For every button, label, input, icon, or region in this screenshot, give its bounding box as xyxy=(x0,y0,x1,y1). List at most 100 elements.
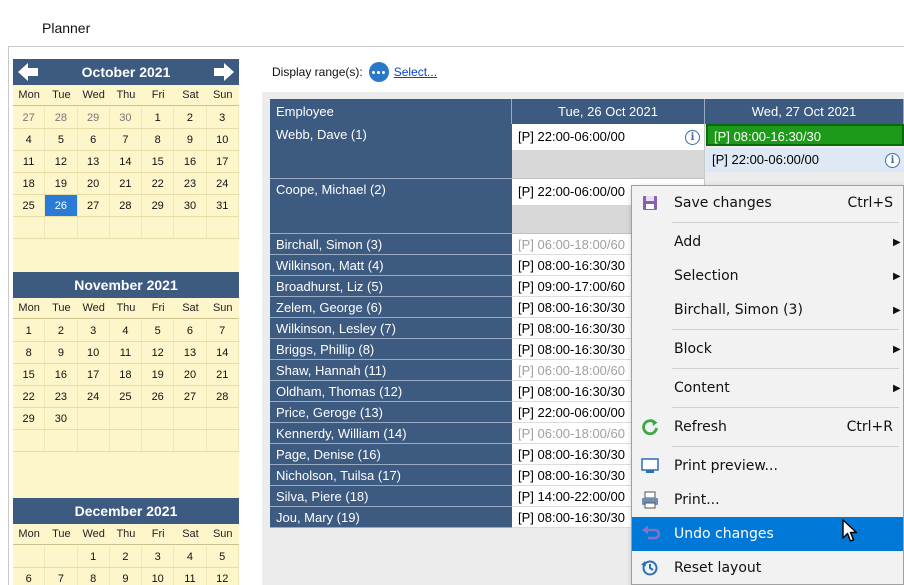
day1-column-header[interactable]: Tue, 26 Oct 2021 xyxy=(512,99,705,124)
employee-row-header[interactable]: Birchall, Simon (3) xyxy=(270,234,512,255)
employee-row-header[interactable]: Broadhurst, Liz (5) xyxy=(270,276,512,297)
menu-item-print[interactable]: Print... xyxy=(632,483,903,517)
employee-row-header[interactable]: Wilkinson, Matt (4) xyxy=(270,255,512,276)
calendar-day[interactable]: 28 xyxy=(45,107,78,128)
menu-item-reset[interactable]: Reset layout xyxy=(632,551,903,585)
calendar-day[interactable]: 10 xyxy=(78,342,110,363)
calendar-day[interactable]: 27 xyxy=(174,386,207,407)
calendar-day[interactable]: 1 xyxy=(13,320,46,341)
day2-cell-webb[interactable]: [P] 08:00-16:30/30 [P] 22:00-06:00/00 i xyxy=(706,124,904,179)
calendar-day[interactable]: 25 xyxy=(110,386,143,407)
calendar-day[interactable]: 8 xyxy=(13,342,46,363)
calendar-day[interactable]: 22 xyxy=(13,386,46,407)
shift-cell[interactable]: [P] 22:00-06:00/00 i xyxy=(512,124,705,179)
calendar-day[interactable]: 12 xyxy=(45,151,78,172)
calendar-day[interactable]: 20 xyxy=(78,173,110,194)
menu-item-content[interactable]: Content ▶ xyxy=(632,371,903,405)
next-month-arrow-icon[interactable] xyxy=(213,62,235,82)
menu-item-block[interactable]: Block ▶ xyxy=(632,332,903,366)
employee-row-header[interactable]: Kennerdy, William (14) xyxy=(270,423,512,444)
employee-row-header[interactable]: Zelem, George (6) xyxy=(270,297,512,318)
calendar-day[interactable]: 5 xyxy=(207,546,239,567)
calendar-day[interactable]: 9 xyxy=(110,568,143,585)
info-icon[interactable]: i xyxy=(885,152,900,168)
calendar-day[interactable]: 6 xyxy=(174,320,207,341)
calendar-day[interactable]: 14 xyxy=(110,151,143,172)
calendar-day[interactable]: 19 xyxy=(142,364,175,385)
calendar-day[interactable]: 7 xyxy=(110,129,143,150)
calendar-day[interactable]: 11 xyxy=(110,342,143,363)
calendar-day[interactable]: 13 xyxy=(174,342,207,363)
calendar-day[interactable]: 18 xyxy=(13,173,46,194)
menu-item-preview[interactable]: Print preview... xyxy=(632,449,903,483)
day2-column-header[interactable]: Wed, 27 Oct 2021 xyxy=(705,99,904,124)
calendar-day[interactable]: 20 xyxy=(174,364,207,385)
calendar-day[interactable]: 28 xyxy=(110,195,143,216)
menu-item-undo[interactable]: Undo changes xyxy=(632,517,903,551)
calendar-day[interactable]: 21 xyxy=(207,364,239,385)
calendar-day[interactable]: 28 xyxy=(207,386,239,407)
calendar-day[interactable]: 4 xyxy=(174,546,207,567)
shift-block-green[interactable]: [P] 08:00-16:30/30 xyxy=(706,124,904,146)
calendar-day[interactable]: 6 xyxy=(78,129,110,150)
menu-item-selection[interactable]: Selection ▶ xyxy=(632,259,903,293)
calendar-day[interactable]: 22 xyxy=(142,173,175,194)
calendar-day[interactable]: 24 xyxy=(78,386,110,407)
employee-row-header[interactable]: Nicholson, Tuilsa (17) xyxy=(270,465,512,486)
calendar-day[interactable]: 8 xyxy=(78,568,110,585)
calendar-day[interactable]: 19 xyxy=(45,173,78,194)
calendar-day[interactable]: 30 xyxy=(174,195,207,216)
info-icon[interactable]: i xyxy=(685,129,700,145)
employee-row-header[interactable]: Price, Geroge (13) xyxy=(270,402,512,423)
calendar-day[interactable]: 5 xyxy=(142,320,175,341)
calendar-day[interactable]: 17 xyxy=(78,364,110,385)
calendar-day[interactable]: 10 xyxy=(207,129,239,150)
prev-month-arrow-icon[interactable] xyxy=(17,62,39,82)
select-range-link[interactable]: Select... xyxy=(394,65,437,79)
calendar-day[interactable]: 12 xyxy=(142,342,175,363)
calendar-day[interactable]: 17 xyxy=(207,151,239,172)
calendar-day[interactable]: 9 xyxy=(45,342,78,363)
calendar-day[interactable]: 21 xyxy=(110,173,143,194)
calendar-day[interactable]: 10 xyxy=(142,568,175,585)
employee-row-header[interactable]: Jou, Mary (19) xyxy=(270,507,512,528)
calendar-day[interactable]: 4 xyxy=(13,129,46,150)
calendar-day[interactable]: 11 xyxy=(174,568,207,585)
calendar-day[interactable]: 29 xyxy=(78,107,110,128)
calendar-day[interactable]: 25 xyxy=(13,195,46,216)
calendar-day[interactable]: 12 xyxy=(207,568,239,585)
calendar-day[interactable]: 31 xyxy=(207,195,239,216)
employee-row-header[interactable]: Briggs, Phillip (8) xyxy=(270,339,512,360)
more-options-icon[interactable] xyxy=(368,62,389,82)
calendar-day[interactable]: 23 xyxy=(174,173,207,194)
calendar-day[interactable]: 3 xyxy=(78,320,110,341)
menu-item-refresh[interactable]: Refresh Ctrl+R xyxy=(632,410,903,444)
employee-row-header[interactable]: Coope, Michael (2) xyxy=(270,179,512,234)
calendar-day[interactable]: 15 xyxy=(13,364,46,385)
menu-item-save[interactable]: Save changes Ctrl+S xyxy=(632,186,903,220)
calendar-day[interactable]: 30 xyxy=(110,107,143,128)
calendar-day[interactable]: 1 xyxy=(142,107,175,128)
shift-block[interactable]: [P] 22:00-06:00/00 i xyxy=(706,148,904,172)
calendar-day[interactable]: 6 xyxy=(13,568,46,585)
calendar-day[interactable]: 1 xyxy=(78,546,110,567)
calendar-day[interactable]: 23 xyxy=(45,386,78,407)
employee-row-header[interactable]: Oldham, Thomas (12) xyxy=(270,381,512,402)
employee-row-header[interactable]: Page, Denise (16) xyxy=(270,444,512,465)
employee-row-header[interactable]: Wilkinson, Lesley (7) xyxy=(270,318,512,339)
calendar-day[interactable]: 11 xyxy=(13,151,46,172)
employee-row-header[interactable]: Silva, Piere (18) xyxy=(270,486,512,507)
calendar-day[interactable]: 26 xyxy=(45,195,78,216)
calendar-day[interactable]: 4 xyxy=(110,320,143,341)
calendar-day[interactable]: 13 xyxy=(78,151,110,172)
calendar-day[interactable]: 2 xyxy=(110,546,143,567)
calendar-day[interactable]: 27 xyxy=(78,195,110,216)
calendar-day[interactable]: 2 xyxy=(174,107,207,128)
calendar-day[interactable]: 18 xyxy=(110,364,143,385)
calendar-day[interactable]: 3 xyxy=(207,107,239,128)
calendar-day[interactable]: 30 xyxy=(45,408,78,429)
calendar-day[interactable]: 2 xyxy=(45,320,78,341)
calendar-day[interactable]: 16 xyxy=(45,364,78,385)
calendar-day[interactable]: 16 xyxy=(174,151,207,172)
calendar-day[interactable]: 26 xyxy=(142,386,175,407)
